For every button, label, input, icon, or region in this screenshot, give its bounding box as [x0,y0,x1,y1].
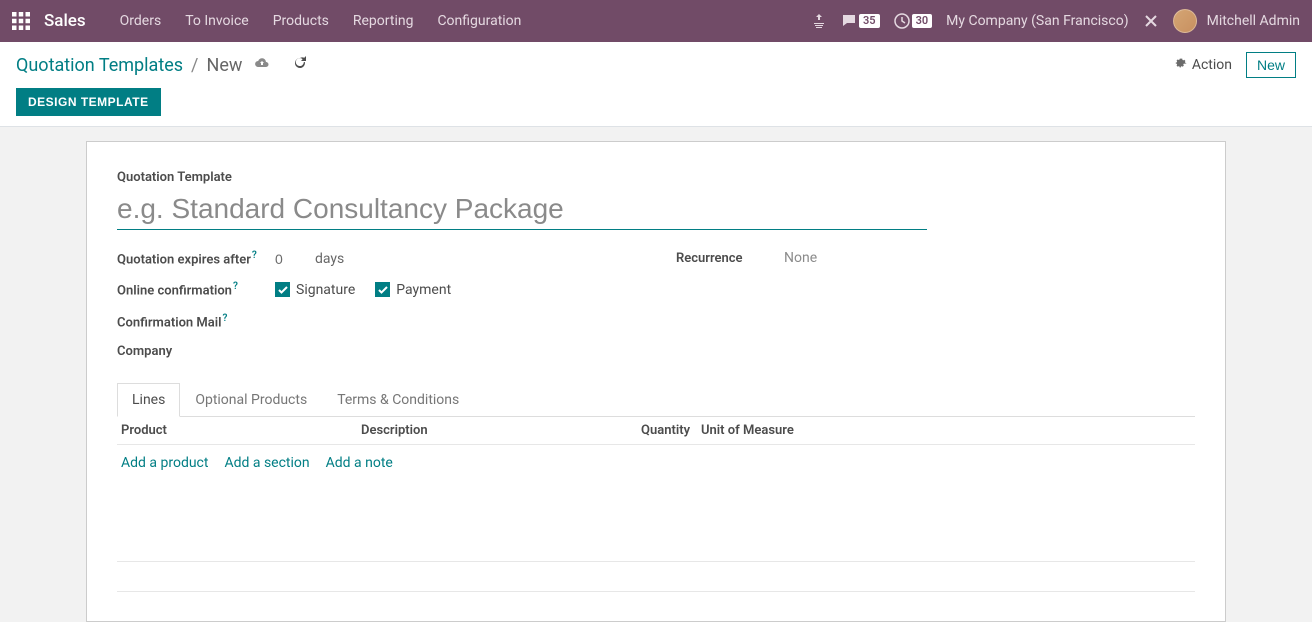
row-company: Company [117,344,636,359]
breadcrumb-separator: / [191,55,198,76]
breadcrumb-root[interactable]: Quotation Templates [16,55,183,76]
title-label: Quotation Template [117,170,1195,185]
cloud-save-icon[interactable] [254,55,270,75]
table-header: Product Description Quantity Unit of Mea… [117,417,1195,445]
form-right-column: Recurrence None [676,250,1195,359]
col-product: Product [121,423,361,438]
nav-orders[interactable]: Orders [108,13,174,29]
tab-lines[interactable]: Lines [117,383,180,417]
avatar [1173,9,1197,33]
nav-configuration[interactable]: Configuration [425,13,533,29]
col-uom: Unit of Measure [701,423,1191,438]
action-dropdown[interactable]: Action [1174,56,1232,74]
expires-unit: days [315,251,344,267]
activities-badge: 30 [912,14,933,28]
company-switcher[interactable]: My Company (San Francisco) [946,13,1128,29]
expires-input[interactable] [275,251,305,267]
help-icon[interactable]: ? [223,313,228,324]
tab-optional-products[interactable]: Optional Products [180,383,322,416]
nav-products[interactable]: Products [261,13,341,29]
payment-checkbox[interactable] [375,282,390,297]
new-button[interactable]: New [1246,52,1296,78]
messages-icon[interactable]: 35 [841,13,880,29]
payment-label: Payment [396,282,451,298]
table-footer-strip [117,561,1195,591]
discard-icon[interactable] [292,55,308,75]
debug-icon[interactable] [811,13,827,29]
app-name[interactable]: Sales [44,11,86,31]
row-recurrence: Recurrence None [676,250,1195,266]
expires-label: Quotation expires after? [117,250,265,267]
row-confirmation-mail: Confirmation Mail? [117,313,636,330]
form-sheet: Quotation Template Quotation expires aft… [86,141,1226,622]
content-area: Quotation Template Quotation expires aft… [0,127,1312,622]
nav-reporting[interactable]: Reporting [341,13,426,29]
gear-icon [1174,56,1188,74]
help-icon[interactable]: ? [252,250,257,261]
table-action-row: Add a product Add a section Add a note [117,445,1195,481]
action-label: Action [1192,57,1232,73]
topbar-right: 35 30 My Company (San Francisco) Mitchel… [811,9,1300,33]
recurrence-value[interactable]: None [784,250,817,266]
add-product-link[interactable]: Add a product [121,455,208,471]
tab-terms-conditions[interactable]: Terms & Conditions [322,383,474,416]
user-name: Mitchell Admin [1207,13,1300,29]
table-body-empty [117,481,1195,561]
apps-icon[interactable] [12,12,30,30]
row-online-confirmation: Online confirmation? Signature Payment [117,281,636,298]
company-label: Company [117,344,265,359]
design-template-button[interactable]: DESIGN TEMPLATE [16,88,161,116]
activities-icon[interactable]: 30 [894,13,933,29]
breadcrumb-current: New [206,55,242,76]
signature-label: Signature [296,282,355,298]
recurrence-label: Recurrence [676,251,766,266]
table-footer-strip2 [117,591,1195,621]
online-confirmation-label: Online confirmation? [117,281,265,298]
row-expires: Quotation expires after? days [117,250,636,267]
user-menu[interactable]: Mitchell Admin [1173,9,1300,33]
topbar: Sales Orders To Invoice Products Reporti… [0,0,1312,42]
control-panel: Quotation Templates / New Action New DES… [0,42,1312,127]
add-note-link[interactable]: Add a note [326,455,393,471]
help-icon[interactable]: ? [233,281,238,292]
tools-icon[interactable] [1143,13,1159,29]
confirmation-mail-label: Confirmation Mail? [117,313,265,330]
tabs: Lines Optional Products Terms & Conditio… [117,383,1195,417]
quotation-template-name-input[interactable] [117,191,927,230]
col-description: Description [361,423,641,438]
form-left-column: Quotation expires after? days Online con… [117,250,636,359]
messages-badge: 35 [859,14,880,28]
col-quantity: Quantity [641,423,701,438]
signature-checkbox[interactable] [275,282,290,297]
nav-menu: Orders To Invoice Products Reporting Con… [108,13,534,29]
add-section-link[interactable]: Add a section [224,455,309,471]
nav-to-invoice[interactable]: To Invoice [173,13,261,29]
breadcrumb: Quotation Templates / New [16,55,308,76]
